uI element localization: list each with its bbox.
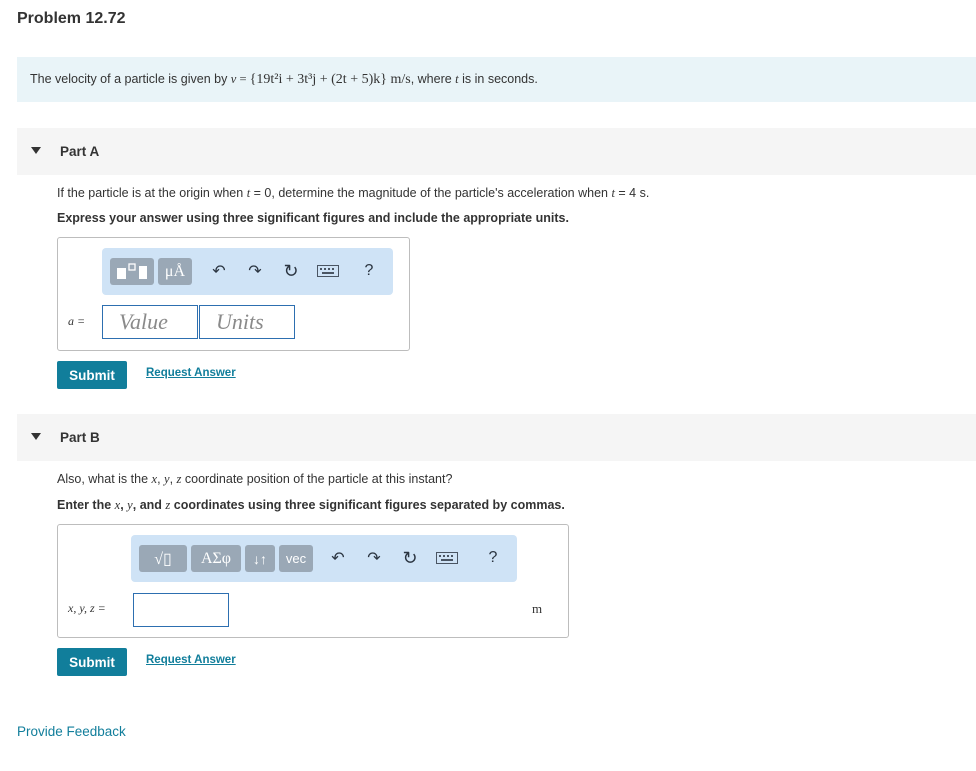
undo-button[interactable]: ↶: [208, 260, 230, 282]
greek-button[interactable]: ΑΣφ: [191, 545, 241, 572]
part-b-header[interactable]: Part B: [17, 414, 976, 461]
keyboard-icon: [317, 265, 339, 277]
units-button[interactable]: μÅ: [158, 258, 192, 285]
undo-icon: ↶: [212, 263, 226, 280]
value-input[interactable]: Value: [102, 305, 198, 339]
collapse-triangle-icon[interactable]: [31, 147, 41, 154]
reset-icon: ↻: [283, 260, 299, 281]
statement-suffix: , where: [410, 72, 456, 86]
part-a-question: If the particle is at the origin when t …: [57, 186, 649, 201]
units-placeholder: Units: [216, 309, 264, 334]
instr-b-prefix: Enter the: [57, 498, 115, 512]
keyboard-button[interactable]: [316, 262, 340, 280]
y-symbol: y: [164, 472, 170, 486]
value-placeholder: Value: [119, 309, 168, 334]
provide-feedback-link[interactable]: Provide Feedback: [17, 724, 126, 739]
part-a-header[interactable]: Part A: [17, 128, 976, 175]
statement-prefix: The velocity of a particle is given by: [30, 72, 231, 86]
part-b-toolbar: √▯ ΑΣφ ↓↑ vec ↶ ↷ ↻ ?: [131, 535, 517, 582]
part-a-answer-box: μÅ ↶ ↷ ↻ ? a = Value Units: [57, 237, 410, 351]
velocity-vector: {19t²i + 3t³j + (2t + 5)k}: [249, 72, 387, 87]
reset-button[interactable]: ↻: [280, 260, 302, 282]
keyboard-button[interactable]: [435, 549, 459, 567]
keyboard-icon: [436, 552, 458, 564]
template-icon: [117, 262, 147, 279]
answer-b-unit: m: [532, 601, 543, 616]
help-button[interactable]: ?: [359, 260, 379, 282]
coordinates-input[interactable]: [133, 593, 229, 627]
vec-button[interactable]: vec: [279, 545, 313, 572]
redo-button[interactable]: ↷: [244, 260, 266, 282]
redo-icon: ↷: [248, 263, 262, 280]
collapse-triangle-icon[interactable]: [31, 433, 41, 440]
part-b-instruction: Enter the x, y, and z coordinates using …: [57, 498, 565, 512]
part-a-label: Part A: [60, 144, 100, 159]
question-a-text-1: If the particle is at the origin when: [57, 186, 247, 200]
problem-statement: The velocity of a particle is given by v…: [17, 57, 976, 102]
question-a-text-2: = 0, determine the magnitude of the part…: [250, 186, 612, 200]
velocity-units: m/s: [386, 72, 411, 87]
x-symbol: x: [151, 472, 158, 486]
undo-icon: ↶: [331, 550, 345, 567]
part-a-instruction: Express your answer using three signific…: [57, 211, 569, 225]
template-button[interactable]: [110, 258, 154, 285]
redo-icon: ↷: [367, 550, 381, 567]
instr-b-mid: and: [136, 498, 166, 512]
part-a-request-answer-link[interactable]: Request Answer: [146, 367, 236, 379]
x-symbol: x: [114, 498, 121, 512]
help-button[interactable]: ?: [483, 547, 503, 569]
instr-b-suffix: coordinates using three significant figu…: [170, 498, 565, 512]
question-b-suffix: coordinate position of the particle at t…: [181, 472, 453, 486]
question-b-prefix: Also, what is the: [57, 472, 152, 486]
redo-button[interactable]: ↷: [363, 547, 385, 569]
part-b-request-answer-link[interactable]: Request Answer: [146, 654, 236, 666]
part-b-submit-button[interactable]: Submit: [57, 648, 127, 676]
part-b-label: Part B: [60, 430, 100, 445]
statement-end: is in seconds.: [458, 72, 538, 86]
question-a-text-3: = 4 s.: [614, 186, 650, 200]
sqrt-template-button[interactable]: √▯: [139, 545, 187, 572]
part-b-answer-box: √▯ ΑΣφ ↓↑ vec ↶ ↷ ↻ ? x, y, z = m: [57, 524, 569, 638]
problem-title: Problem 12.72: [17, 10, 126, 27]
part-b-question: Also, what is the x, y, z coordinate pos…: [57, 472, 453, 486]
answer-b-label: x, y, z =: [68, 601, 106, 615]
part-a-submit-button[interactable]: Submit: [57, 361, 127, 389]
reset-icon: ↻: [402, 547, 418, 568]
undo-button[interactable]: ↶: [327, 547, 349, 569]
y-symbol: y: [127, 498, 133, 512]
reset-button[interactable]: ↻: [399, 547, 421, 569]
equals-sign: =: [236, 72, 250, 86]
statement-text: The velocity of a particle is given by v…: [30, 72, 538, 88]
units-input[interactable]: Units: [199, 305, 295, 339]
part-a-toolbar: μÅ ↶ ↷ ↻ ?: [102, 248, 393, 295]
answer-a-label: a =: [68, 314, 86, 328]
arrows-button[interactable]: ↓↑: [245, 545, 275, 572]
